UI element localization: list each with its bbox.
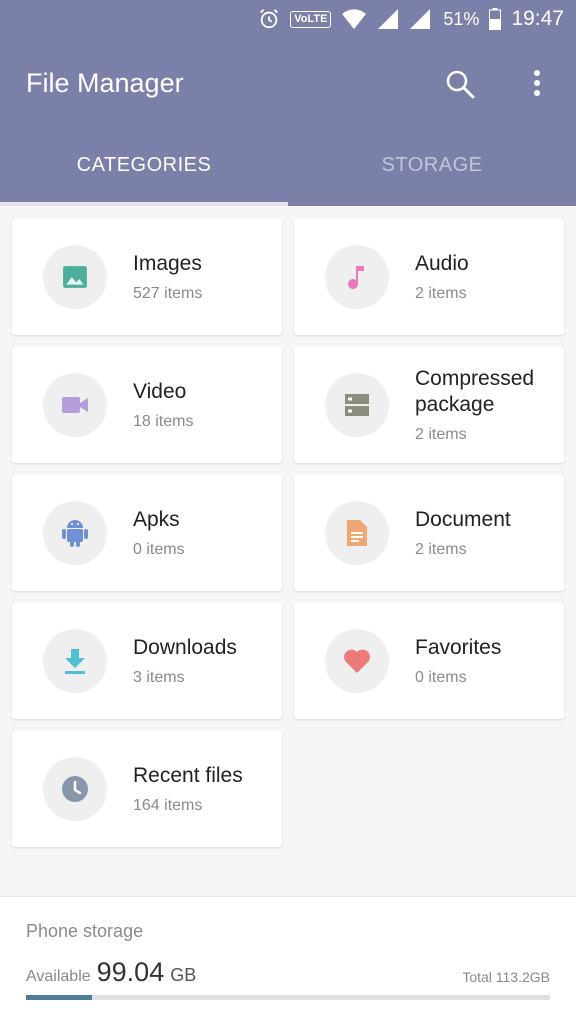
category-count: 2 items bbox=[415, 285, 467, 302]
category-card-apks[interactable]: Apks 0 items bbox=[12, 475, 282, 591]
tab-storage[interactable]: STORAGE bbox=[288, 124, 576, 206]
category-card-audio[interactable]: Audio 2 items bbox=[294, 219, 564, 335]
category-title: Recent files bbox=[133, 764, 243, 787]
video-camera-icon bbox=[43, 373, 107, 437]
category-title: Audio bbox=[415, 252, 469, 275]
signal-icon bbox=[378, 9, 399, 29]
available-storage: Available 99.04 GB bbox=[26, 957, 196, 988]
category-card-video[interactable]: Video 18 items bbox=[12, 347, 282, 463]
music-note-icon bbox=[325, 245, 389, 309]
tab-bar: CATEGORIES STORAGE bbox=[0, 124, 576, 206]
tab-categories[interactable]: CATEGORIES bbox=[0, 124, 288, 206]
storage-title: Phone storage bbox=[26, 921, 144, 941]
search-icon[interactable] bbox=[444, 68, 476, 100]
volte-badge: VoLTE bbox=[290, 10, 332, 28]
category-card-images[interactable]: Images 527 items bbox=[12, 219, 282, 335]
signal-roaming-icon bbox=[410, 9, 431, 29]
category-title: Downloads bbox=[133, 636, 237, 659]
category-count: 527 items bbox=[133, 285, 203, 302]
android-icon bbox=[43, 501, 107, 565]
category-card-downloads[interactable]: Downloads 3 items bbox=[12, 603, 282, 719]
category-title: Compressed package bbox=[415, 367, 535, 416]
alarm-icon bbox=[260, 9, 279, 29]
total-storage: Total 113.2GB bbox=[462, 969, 550, 985]
download-icon bbox=[43, 629, 107, 693]
battery-icon bbox=[489, 8, 502, 30]
storage-progress-bar bbox=[26, 995, 550, 1000]
app-bar: File Manager bbox=[0, 38, 576, 124]
category-title: Document bbox=[415, 508, 511, 531]
category-count: 0 items bbox=[133, 541, 185, 558]
clock-icon bbox=[43, 757, 107, 821]
category-card-recent[interactable]: Recent files 164 items bbox=[12, 731, 282, 847]
category-count: 164 items bbox=[133, 797, 203, 814]
category-count: 18 items bbox=[133, 413, 194, 430]
document-icon bbox=[325, 501, 389, 565]
category-grid: Images 527 items Audio 2 items Video 18 … bbox=[12, 219, 564, 847]
available-unit: GB bbox=[170, 965, 197, 985]
category-title: Images bbox=[133, 252, 202, 275]
storage-progress-fill bbox=[26, 995, 92, 1000]
category-title: Apks bbox=[133, 508, 180, 531]
battery-percent: 51% bbox=[443, 8, 480, 29]
category-card-favorites[interactable]: Favorites 0 items bbox=[294, 603, 564, 719]
category-count: 3 items bbox=[133, 669, 185, 686]
category-card-document[interactable]: Document 2 items bbox=[294, 475, 564, 591]
category-count: 0 items bbox=[415, 669, 467, 686]
category-count: 2 items bbox=[415, 541, 467, 558]
archive-icon bbox=[325, 373, 389, 437]
phone-storage-panel[interactable]: Phone storage Available 99.04 GB Total 1… bbox=[0, 896, 576, 1024]
status-bar: VoLTE 51% 19:47 bbox=[0, 0, 576, 38]
available-label: Available bbox=[26, 968, 91, 985]
category-title: Favorites bbox=[415, 636, 502, 659]
category-card-compressed[interactable]: Compressed package 2 items bbox=[294, 347, 564, 463]
image-icon bbox=[43, 245, 107, 309]
wifi-icon bbox=[342, 9, 367, 29]
more-options-icon[interactable] bbox=[526, 68, 548, 100]
clock: 19:47 bbox=[511, 7, 564, 30]
available-value: 99.04 bbox=[96, 957, 165, 987]
heart-icon bbox=[325, 629, 389, 693]
category-count: 2 items bbox=[415, 426, 467, 443]
category-title: Video bbox=[133, 380, 187, 403]
app-title: File Manager bbox=[26, 68, 184, 98]
